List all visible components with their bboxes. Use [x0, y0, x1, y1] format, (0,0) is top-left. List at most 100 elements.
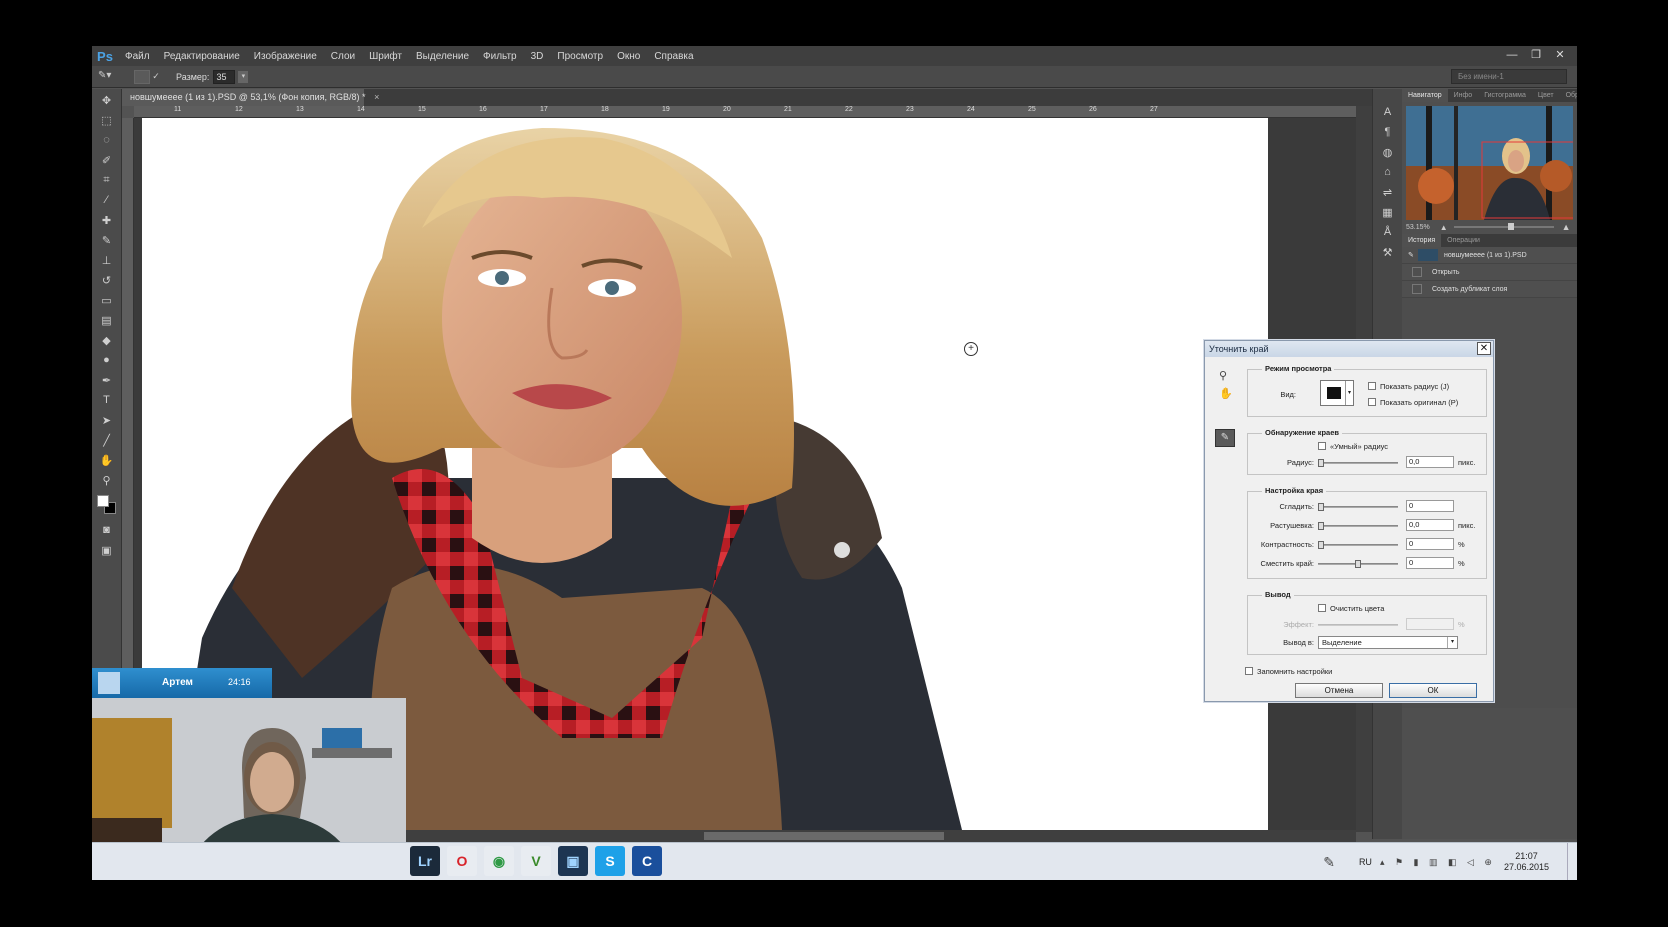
properties-panel-icon[interactable]: ▦: [1377, 203, 1399, 221]
radius-slider-knob[interactable]: [1318, 459, 1324, 467]
opera-icon[interactable]: O: [447, 846, 477, 876]
menu-item[interactable]: Изображение: [247, 51, 324, 62]
ok-button[interactable]: ОК: [1389, 683, 1477, 698]
screen-mode-icon[interactable]: ▣: [96, 541, 118, 559]
horizontal-scroll-thumb[interactable]: [704, 832, 944, 840]
lightroom-icon[interactable]: Lr: [410, 846, 440, 876]
shift-edge-input[interactable]: 0: [1406, 557, 1454, 569]
close-icon[interactable]: ✕: [1551, 48, 1569, 62]
ccleaner-icon[interactable]: C: [632, 846, 662, 876]
output-to-select[interactable]: Выделение ▾: [1318, 636, 1458, 649]
history-snapshot[interactable]: ✎ новшумееее (1 из 1).PSD: [1402, 247, 1577, 264]
feather-slider[interactable]: [1318, 522, 1398, 530]
contrast-slider-knob[interactable]: [1318, 541, 1324, 549]
contrast-slider[interactable]: [1318, 541, 1398, 549]
clone-source-panel-icon[interactable]: ⌂: [1377, 163, 1399, 181]
action-center-icon[interactable]: ✎: [1323, 854, 1335, 871]
gradient-tool-icon[interactable]: ▤: [96, 311, 118, 329]
v-app-icon[interactable]: V: [521, 846, 551, 876]
shift-edge-slider-knob[interactable]: [1355, 560, 1361, 568]
view-dropdown-arrow-icon[interactable]: ▾: [1345, 381, 1353, 405]
show-desktop-button[interactable]: [1567, 843, 1577, 880]
menu-item[interactable]: 3D: [524, 51, 551, 62]
feather-slider-knob[interactable]: [1318, 522, 1324, 530]
remember-settings-checkbox[interactable]: [1245, 667, 1253, 675]
smart-radius-checkbox[interactable]: [1318, 442, 1326, 450]
glyphs-panel-icon[interactable]: Å: [1377, 223, 1399, 241]
panel-tab[interactable]: Цвет: [1532, 92, 1560, 99]
path-selection-tool-icon[interactable]: ➤: [96, 411, 118, 429]
zoom-out-icon[interactable]: ▲: [1440, 223, 1448, 232]
navigator-zoom-value[interactable]: 53.15%: [1406, 224, 1430, 231]
dodge-tool-icon[interactable]: ●: [96, 351, 118, 369]
menu-item[interactable]: Фильтр: [476, 51, 524, 62]
menu-item[interactable]: Справка: [647, 51, 700, 62]
radius-input[interactable]: 0,0: [1406, 456, 1454, 468]
panel-tab[interactable]: История: [1402, 234, 1442, 247]
smooth-slider[interactable]: [1318, 503, 1398, 511]
cancel-button[interactable]: Отмена: [1295, 683, 1383, 698]
panel-tab[interactable]: Образцы: [1560, 92, 1577, 99]
history-item[interactable]: Открыть: [1402, 264, 1577, 281]
smooth-slider-knob[interactable]: [1318, 503, 1324, 511]
view-mode-dropdown[interactable]: ▾: [1320, 380, 1354, 406]
menu-item[interactable]: Просмотр: [550, 51, 610, 62]
show-original-checkbox[interactable]: [1368, 398, 1376, 406]
panel-tab[interactable]: Навигатор: [1402, 89, 1448, 102]
dialog-close-icon[interactable]: ✕: [1477, 342, 1491, 355]
chrome-icon[interactable]: ◉: [484, 846, 514, 876]
clock[interactable]: 21:07 27.06.2015: [1504, 851, 1549, 873]
document-tab[interactable]: новшумееее (1 из 1).PSD @ 53,1% (Фон коп…: [122, 89, 379, 106]
minimize-icon[interactable]: —: [1503, 48, 1521, 62]
move-tool-icon[interactable]: ✥: [96, 91, 118, 109]
tray-icons[interactable]: ▴ ⚑ ▮ ▥ ◧ ◁ ⊕: [1380, 857, 1496, 868]
zoom-slider-knob[interactable]: [1507, 223, 1514, 230]
output-dropdown-arrow-icon[interactable]: ▾: [1447, 637, 1457, 648]
menu-item[interactable]: Выделение: [409, 51, 476, 62]
panel-tab[interactable]: Гистограмма: [1478, 92, 1532, 99]
amount-slider[interactable]: [1318, 624, 1398, 626]
size-dropdown-icon[interactable]: ▾: [238, 70, 249, 83]
history-brush-tool-icon[interactable]: ↺: [96, 271, 118, 289]
zoom-tool-icon[interactable]: ⚲: [1219, 369, 1227, 382]
adjustments-panel-icon[interactable]: ⇌: [1377, 183, 1399, 201]
tool-preset-icon[interactable]: ✎▾: [98, 70, 128, 84]
feather-input[interactable]: 0,0: [1406, 519, 1454, 531]
language-indicator[interactable]: RU: [1359, 857, 1372, 867]
erase-refinements-icon[interactable]: ✓: [150, 71, 162, 82]
brush-preset-icon[interactable]: [134, 69, 150, 84]
type-tool-icon[interactable]: T: [96, 391, 118, 409]
hand-tool-icon[interactable]: ✋: [96, 451, 118, 469]
panel-tab[interactable]: Инфо: [1448, 92, 1479, 99]
quick-selection-tool-icon[interactable]: ✐: [96, 151, 118, 169]
radius-slider[interactable]: [1318, 459, 1398, 467]
hand-tool-icon[interactable]: ✋: [1219, 387, 1233, 400]
tool-presets-panel-icon[interactable]: ⚒: [1377, 243, 1399, 261]
decontaminate-colors-checkbox[interactable]: [1318, 604, 1326, 612]
color-swatches[interactable]: [95, 493, 119, 517]
blur-tool-icon[interactable]: ◆: [96, 331, 118, 349]
shift-edge-slider[interactable]: [1318, 560, 1398, 568]
crop-tool-icon[interactable]: ⌗: [96, 171, 118, 189]
contrast-input[interactable]: 0: [1406, 538, 1454, 550]
zoom-in-icon[interactable]: ▲: [1562, 222, 1571, 232]
photoshop-taskbar-icon[interactable]: ▣: [558, 846, 588, 876]
clone-stamp-tool-icon[interactable]: ⊥: [96, 251, 118, 269]
smooth-input[interactable]: 0: [1406, 500, 1454, 512]
quick-mask-icon[interactable]: ◙: [96, 521, 118, 539]
restore-icon[interactable]: ❐: [1527, 48, 1545, 62]
history-item[interactable]: Создать дубликат слоя: [1402, 281, 1577, 298]
size-input[interactable]: 35: [213, 69, 236, 84]
history-brush-source-icon[interactable]: ✎: [1408, 251, 1418, 259]
tab-close-icon[interactable]: ×: [374, 92, 379, 102]
eyedropper-tool-icon[interactable]: ⁄: [96, 191, 118, 209]
foreground-color-swatch[interactable]: [96, 495, 109, 507]
menu-item[interactable]: Файл: [118, 51, 157, 62]
menu-item[interactable]: Слои: [324, 51, 362, 62]
lasso-tool-icon[interactable]: ◌: [96, 131, 118, 149]
panel-tab[interactable]: Операции: [1441, 237, 1486, 244]
zoom-tool-icon[interactable]: ⚲: [96, 471, 118, 489]
show-radius-checkbox[interactable]: [1368, 382, 1376, 390]
eraser-tool-icon[interactable]: ▭: [96, 291, 118, 309]
menu-item[interactable]: Редактирование: [157, 51, 247, 62]
